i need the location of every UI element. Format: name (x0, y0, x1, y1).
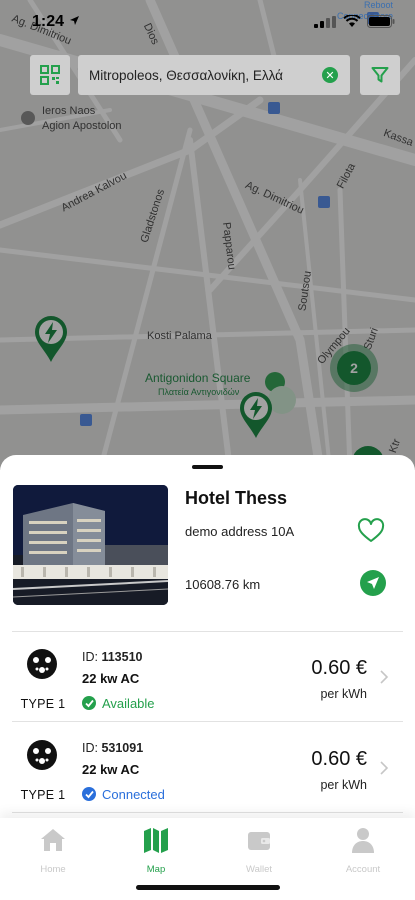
divider (12, 721, 403, 722)
connector-power: 22 kw AC (82, 762, 140, 777)
qr-code-icon (40, 65, 60, 85)
station-photo (13, 485, 168, 605)
station-distance: 10608.76 km (185, 577, 261, 592)
tab-map[interactable]: Map (121, 824, 191, 875)
search-bar[interactable]: ✕ (78, 55, 350, 95)
connector-type: TYPE 1 (20, 697, 66, 711)
tab-label: Wallet (245, 864, 273, 875)
connector-price: 0.60 € (311, 748, 367, 770)
connector-status-text: Available (102, 695, 155, 711)
check-circle-icon (82, 787, 96, 801)
connector-price-unit: per kWh (320, 778, 367, 792)
connector-id: ID: 531091 (82, 741, 144, 755)
connector-type: TYPE 1 (20, 788, 66, 802)
clear-search-icon[interactable]: ✕ (322, 67, 338, 83)
qr-scan-button[interactable] (30, 55, 70, 95)
battery-icon (367, 15, 395, 28)
map-view[interactable]: Ag. Dimitriou Dios Ieros Naos Agion Apos… (0, 0, 415, 470)
search-input[interactable] (89, 65, 317, 85)
connector-id: ID: 113510 (82, 650, 143, 664)
status-time: 1:24 (32, 13, 65, 30)
cellular-signal-icon (314, 16, 336, 28)
connector-row-531091[interactable]: TYPE 1 ID: 531091 22 kw AC Connected 0.6… (0, 724, 415, 812)
home-icon (41, 829, 65, 851)
status-bar: 1:24 Reboot Connect store (0, 0, 415, 46)
tab-wallet[interactable]: Wallet (224, 824, 294, 875)
connector-status-text: Connected (102, 786, 165, 802)
tab-label: Home (40, 864, 66, 875)
tab-home[interactable]: Home (18, 824, 88, 875)
connector-status: Connected (82, 786, 165, 802)
connector-price-unit: per kWh (320, 687, 367, 701)
wifi-icon (343, 15, 361, 27)
home-indicator (136, 885, 280, 890)
connector-price: 0.60 € (311, 657, 367, 679)
connector-row-113510[interactable]: TYPE 1 ID: 113510 22 kw AC Available 0.6… (0, 633, 415, 721)
account-icon (352, 828, 374, 853)
chevron-right-icon (380, 761, 389, 775)
navigate-button[interactable] (360, 570, 386, 596)
tab-label: Map (146, 864, 166, 875)
tab-label: Account (345, 864, 381, 875)
tab-account[interactable]: Account (328, 824, 398, 875)
navigation-arrow-icon (367, 577, 379, 589)
divider (12, 812, 403, 813)
favorite-heart-icon[interactable] (357, 518, 385, 544)
location-arrow-icon (70, 16, 79, 25)
filter-button[interactable] (360, 55, 400, 95)
station-address: demo address 10A (185, 524, 295, 539)
wallet-icon (248, 832, 270, 850)
type1-plug-icon (27, 740, 57, 770)
sheet-drag-handle[interactable] (192, 465, 223, 469)
type1-plug-icon (27, 649, 57, 679)
divider (12, 631, 403, 632)
map-icon (144, 828, 168, 853)
chevron-right-icon (380, 670, 389, 684)
connector-power: 22 kw AC (82, 671, 140, 686)
filter-icon (371, 67, 389, 83)
connector-status: Available (82, 695, 155, 711)
check-circle-icon (82, 696, 96, 710)
station-name: Hotel Thess (185, 488, 288, 508)
